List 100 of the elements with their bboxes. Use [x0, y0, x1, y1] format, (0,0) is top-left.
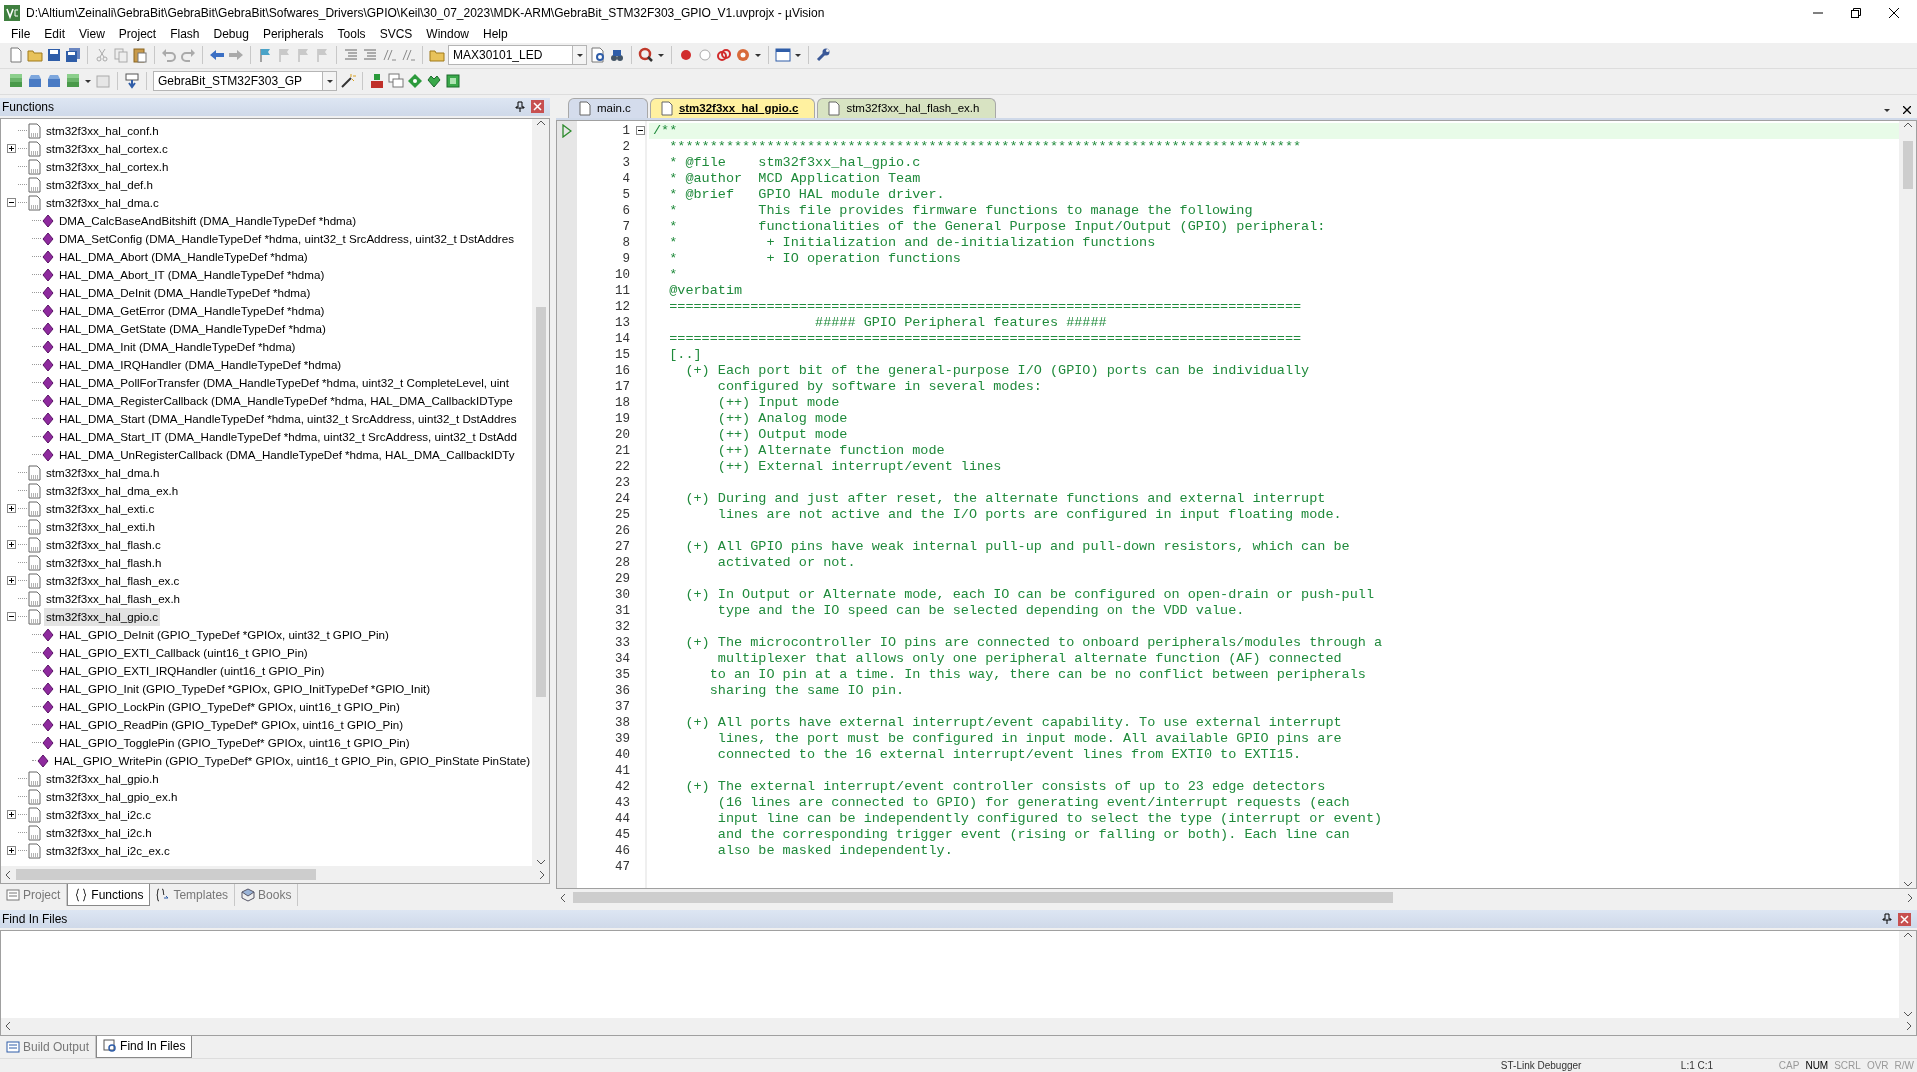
tree-item[interactable]: stm32f3xx_hal_i2c_ex.c [44, 842, 172, 860]
scroll-right-icon[interactable] [538, 869, 546, 880]
dropdown-icon[interactable] [575, 52, 584, 59]
menu-item[interactable]: Tools [330, 25, 373, 44]
menu-item[interactable]: Peripherals [255, 25, 331, 44]
expand-icon[interactable] [6, 504, 16, 514]
expand-icon[interactable] [6, 144, 16, 154]
tree-item[interactable]: stm32f3xx_hal_flash_ex.h [44, 590, 183, 608]
function-item[interactable]: HAL_DMA_RegisterCallback (DMA_HandleTypeDef *hdma, HAL_DMA_CallbackIDType [57, 392, 515, 410]
tree-item[interactable]: stm32f3xx_hal_cortex.c [44, 140, 170, 158]
tree-item[interactable]: stm32f3xx_hal_exti.h [44, 518, 157, 536]
scroll-left-icon[interactable] [4, 869, 12, 880]
function-item[interactable]: HAL_GPIO_ReadPin (GPIO_TypeDef* GPIOx, uint16_t GPIO_Pin) [57, 716, 406, 734]
tree-item[interactable]: stm32f3xx_hal_gpio.c [44, 608, 161, 626]
function-item[interactable]: HAL_DMA_GetError (DMA_HandleTypeDef *hdma) [57, 302, 327, 320]
function-item[interactable]: HAL_DMA_PollForTransfer (DMA_HandleTypeDef *hdma, uint32_t CompleteLevel, uint [57, 374, 511, 392]
menu-item[interactable]: File [4, 25, 38, 44]
scroll-down-icon[interactable] [535, 858, 546, 867]
menu-item[interactable]: Window [419, 25, 476, 44]
scroll-left-icon[interactable] [4, 1021, 12, 1032]
tree-item[interactable]: stm32f3xx_hal_i2c.c [44, 806, 154, 824]
dropdown-icon[interactable] [325, 78, 334, 85]
download-icon[interactable] [124, 73, 140, 90]
tree-item[interactable]: stm32f3xx_hal_def.h [44, 176, 155, 194]
tree-item[interactable]: stm32f3xx_hal_conf.h [44, 122, 161, 140]
menu-item[interactable]: Help [476, 25, 515, 44]
function-item[interactable]: HAL_DMA_Start_IT (DMA_HandleTypeDef *hdma, uint32_t SrcAddress, uint32_t DstAdd [57, 428, 519, 446]
close-button[interactable] [531, 100, 544, 114]
panel-tab[interactable]: Functions [67, 884, 151, 907]
boxes-icon[interactable] [369, 73, 385, 90]
tree-item[interactable]: stm32f3xx_hal_cortex.h [44, 158, 171, 176]
scrollbar[interactable] [532, 118, 549, 867]
heart-icon[interactable] [426, 73, 442, 90]
tree-item[interactable]: stm32f3xx_hal_dma.c [44, 194, 161, 212]
function-item[interactable]: DMA_SetConfig (DMA_HandleTypeDef *hdma, uint32_t SrcAddress, uint32_t DstAddres [57, 230, 516, 248]
uncomment-icon[interactable] [400, 47, 416, 64]
close-icon[interactable] [1903, 105, 1911, 114]
close-icon[interactable] [1889, 8, 1899, 18]
dropdown-icon[interactable] [1883, 106, 1891, 113]
pin-icon[interactable] [1882, 913, 1892, 926]
function-item[interactable]: HAL_DMA_DeInit (DMA_HandleTypeDef *hdma) [57, 284, 313, 302]
panel-tab[interactable]: Build Output [0, 1036, 97, 1058]
expand-icon[interactable] [6, 540, 16, 550]
function-item[interactable]: HAL_GPIO_DeInit (GPIO_TypeDef *GPIOx, uint32_t GPIO_Pin) [57, 626, 391, 644]
restore-icon[interactable] [1851, 8, 1861, 18]
chip-icon[interactable] [445, 73, 461, 90]
tree-item[interactable]: stm32f3xx_hal_dma.h [44, 464, 162, 482]
menu-item[interactable]: View [72, 25, 112, 44]
collapse-icon[interactable] [635, 126, 645, 136]
scroll-left-icon[interactable] [559, 892, 567, 903]
function-item[interactable]: HAL_GPIO_EXTI_IRQHandler (uint16_t GPIO_Pin) [57, 662, 327, 680]
comment-icon[interactable] [381, 47, 397, 64]
find-combo[interactable]: MAX30101_LED [448, 45, 587, 66]
function-item[interactable]: HAL_GPIO_Init (GPIO_TypeDef *GPIOx, GPIO_InitTypeDef *GPIO_Init) [57, 680, 433, 698]
save-all-icon[interactable] [65, 47, 81, 64]
panel-tab[interactable]: Templates [150, 884, 236, 907]
menu-item[interactable]: SVCS [372, 25, 420, 44]
menu-item[interactable]: Project [111, 25, 164, 44]
close-button[interactable] [1898, 912, 1911, 926]
menu-item[interactable]: Edit [37, 25, 73, 44]
tree-item[interactable]: stm32f3xx_hal_flash.h [44, 554, 164, 572]
tree-item[interactable]: stm32f3xx_hal_gpio.h [44, 770, 161, 788]
scrollbar[interactable] [1899, 120, 1916, 889]
function-item[interactable]: HAL_DMA_Abort (DMA_HandleTypeDef *hdma) [57, 248, 310, 266]
rings-icon[interactable] [716, 47, 732, 64]
tree-item[interactable]: stm32f3xx_hal_flash.c [44, 536, 163, 554]
wand-icon[interactable] [340, 73, 356, 90]
expand-icon[interactable] [6, 810, 16, 820]
scroll-down-icon[interactable] [1902, 880, 1913, 889]
tree-item[interactable]: stm32f3xx_hal_flash_ex.c [44, 572, 182, 590]
tree-item[interactable]: stm32f3xx_hal_gpio_ex.h [44, 788, 180, 806]
binoculars-icon[interactable] [609, 47, 625, 64]
function-item[interactable]: HAL_DMA_Abort_IT (DMA_HandleTypeDef *hdma) [57, 266, 327, 284]
scroll-up-icon[interactable] [535, 118, 546, 127]
scroll-thumb[interactable] [573, 892, 1393, 904]
expand-icon[interactable] [6, 846, 16, 856]
build-icon[interactable] [8, 73, 24, 90]
function-item[interactable]: HAL_GPIO_EXTI_Callback (uint16_t GPIO_Pin) [57, 644, 310, 662]
scroll-right-icon[interactable] [1905, 1021, 1913, 1032]
function-item[interactable]: HAL_GPIO_TogglePin (GPIO_TypeDef* GPIOx, uint16_t GPIO_Pin) [57, 734, 412, 752]
function-item[interactable]: HAL_DMA_UnRegisterCallback (DMA_HandleTypeDef *hdma, HAL_DMA_CallbackIDTy [57, 446, 517, 464]
caret-icon[interactable] [657, 52, 665, 59]
scroll-up-icon[interactable] [1902, 931, 1913, 940]
wrench-icon[interactable] [815, 47, 831, 64]
collapse-icon[interactable] [6, 612, 16, 622]
scroll-thumb[interactable] [16, 869, 316, 881]
caret-icon[interactable] [754, 52, 762, 59]
caret-icon[interactable] [84, 78, 92, 85]
pin-icon[interactable] [515, 100, 525, 113]
rebuild-icon[interactable] [46, 73, 62, 90]
collapse-icon[interactable] [6, 198, 16, 208]
scroll-up-icon[interactable] [1902, 120, 1913, 129]
caret-icon[interactable] [794, 52, 802, 59]
file-tab[interactable]: stm32f3xx_hal_flash_ex.h [817, 97, 997, 118]
menu-item[interactable]: Debug [206, 25, 256, 44]
function-item[interactable]: HAL_DMA_Start (DMA_HandleTypeDef *hdma, uint32_t SrcAddress, uint32_t DstAddres [57, 410, 519, 428]
paste-icon[interactable] [132, 47, 148, 64]
scrollbar[interactable] [1899, 931, 1916, 1018]
tree-item[interactable]: stm32f3xx_hal_dma_ex.h [44, 482, 181, 500]
file-tab[interactable]: main.c [568, 97, 648, 118]
